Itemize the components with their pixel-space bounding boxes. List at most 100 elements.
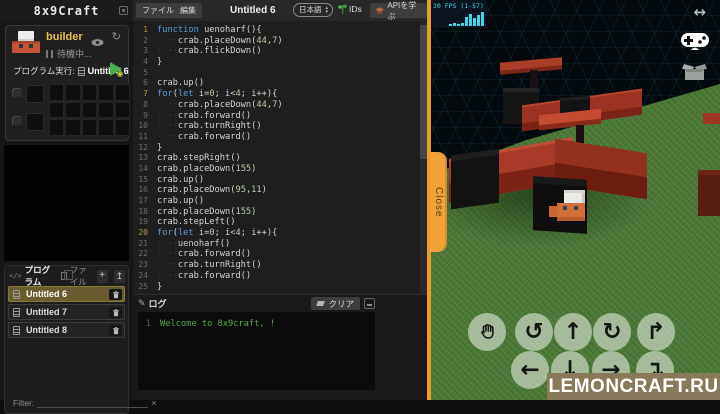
log-pencil-icon: ✎: [138, 298, 146, 308]
resize-arrows-icon[interactable]: ↔: [693, 3, 706, 21]
program-list-item[interactable]: Untitled 7: [8, 304, 125, 320]
fps-bar: [453, 23, 456, 26]
line-number: 19: [138, 217, 148, 227]
run-program-button[interactable]: [110, 62, 123, 77]
game-view[interactable]: Close 20 FPS (1-57) ↔ ↺ ↑ ↻ ↱ ← ↓ → ↴ LEMONCRAF…: [427, 0, 720, 400]
code-line[interactable]: 8 ····crab.placeDown(44,7): [133, 100, 419, 111]
code-line[interactable]: 2 ····crab.placeDown(44,7): [133, 36, 419, 47]
code-line[interactable]: 9 ····crab.forward(): [133, 111, 419, 122]
inventory-slot[interactable]: [98, 84, 114, 101]
close-panel-tab[interactable]: Close: [430, 152, 447, 252]
code-line[interactable]: 3 ····crab.flickDown(): [133, 46, 419, 57]
language-select[interactable]: 日本語 ▴ ▾: [293, 3, 333, 17]
collapse-log-icon[interactable]: [364, 298, 375, 309]
code-line[interactable]: 5: [133, 68, 419, 79]
program-name: Untitled 7: [26, 307, 68, 317]
line-number: 22: [138, 249, 148, 259]
block-box-icon[interactable]: [682, 62, 707, 87]
document-icon: [13, 326, 20, 335]
delete-program-button[interactable]: [109, 325, 122, 336]
code-line[interactable]: 1 function uenoharf(){: [133, 25, 419, 36]
inventory-slot[interactable]: [114, 101, 130, 119]
code-line[interactable]: 10 ····crab.turnRight(): [133, 121, 419, 132]
map-view[interactable]: [4, 145, 129, 261]
code-line[interactable]: 24 ····crab.forward(): [133, 271, 419, 282]
log-entry: 1 Welcome to 8x9craft, !: [138, 312, 375, 330]
control-move-up-button[interactable]: ↑: [554, 313, 592, 351]
tab-file[interactable]: ファイル: [70, 264, 94, 288]
control-rotate-left-button[interactable]: ↺: [515, 313, 553, 351]
learn-api-button[interactable]: APIを学ぶ: [370, 1, 427, 21]
ids-button[interactable]: IDs: [338, 4, 362, 14]
delete-program-button[interactable]: [109, 289, 122, 300]
inventory-slot[interactable]: [114, 119, 130, 136]
code-line[interactable]: 19 crab.stepLeft(): [133, 217, 419, 228]
code-line[interactable]: 4}: [133, 57, 419, 68]
dock-toggle-icon[interactable]: [119, 6, 128, 15]
inventory-slot[interactable]: [65, 101, 81, 119]
inventory-slot[interactable]: [65, 119, 81, 136]
clear-log-button[interactable]: クリア: [311, 297, 360, 310]
edit-menu-button[interactable]: 編集: [174, 3, 202, 18]
code-line[interactable]: 25}: [133, 282, 419, 293]
inventory-slot[interactable]: [49, 101, 65, 119]
code-text: }: [157, 281, 163, 292]
refresh-icon[interactable]: ↻: [112, 30, 121, 43]
add-program-button[interactable]: +: [96, 269, 108, 283]
graduation-cap-icon: [375, 6, 385, 14]
tab-program[interactable]: プログラム: [25, 264, 55, 288]
upload-program-button[interactable]: ↥: [113, 269, 125, 283]
robot-avatar-body: [12, 41, 40, 53]
control-hand-button[interactable]: [468, 313, 506, 351]
inventory-slot[interactable]: [65, 84, 81, 101]
program-name: Untitled 8: [26, 325, 68, 335]
inventory-slot[interactable]: [49, 119, 65, 136]
editor-scrollbar-thumb[interactable]: [420, 25, 427, 159]
inventory-slot[interactable]: [81, 101, 98, 119]
filter-input[interactable]: [37, 397, 149, 408]
log-body[interactable]: 1 Welcome to 8x9craft, !: [138, 312, 375, 390]
gamepad-icon[interactable]: [681, 31, 709, 55]
code-line[interactable]: 6 crab.up(): [133, 78, 419, 89]
code-line[interactable]: 23 ····crab.turnRight(): [133, 260, 419, 271]
code-line[interactable]: 15 crab.up(): [133, 175, 419, 186]
document-icon: [77, 66, 85, 76]
line-number: 15: [138, 174, 148, 184]
code-line[interactable]: 22 ····crab.forward(): [133, 249, 419, 260]
code-text: for(let i=0; i<4; i++){: [157, 228, 278, 239]
fps-bar: [465, 17, 468, 26]
inventory-slot[interactable]: [98, 119, 114, 136]
inventory-slot[interactable]: [49, 84, 65, 101]
code-editor[interactable]: 1 function uenoharf(){2 ····crab.placeDown…: [133, 21, 427, 294]
code-line[interactable]: 12}: [133, 143, 419, 154]
editor-scrollbar-track[interactable]: [420, 21, 427, 294]
eye-icon[interactable]: [91, 34, 104, 46]
document-title: Untitled 6: [230, 5, 276, 16]
fps-bar: [449, 24, 452, 26]
code-text: crab.stepRight(): [157, 153, 241, 164]
inventory-slot[interactable]: [114, 84, 130, 101]
inventory-slot[interactable]: [98, 101, 114, 119]
delete-program-button[interactable]: [109, 307, 122, 318]
inventory-hand-slot[interactable]: [26, 113, 44, 131]
code-line[interactable]: 17 crab.up(): [133, 196, 419, 207]
line-number: 16: [138, 185, 148, 195]
inventory-slot[interactable]: [81, 119, 98, 136]
control-move-left-button[interactable]: ←: [511, 351, 549, 389]
code-line[interactable]: 14 crab.placeDown(155): [133, 164, 419, 175]
code-line[interactable]: 18 crab.placeDown(155): [133, 207, 419, 218]
program-list-item[interactable]: Untitled 8: [8, 322, 125, 338]
control-rotate-right-button[interactable]: ↻: [593, 313, 631, 351]
program-list-item[interactable]: Untitled 6: [8, 286, 125, 302]
inventory-slot[interactable]: [81, 84, 98, 101]
control-step-up-button[interactable]: ↱: [637, 313, 675, 351]
sidebar: builder ↻ 待機中... プログラム実行: Untitled 6 </>…: [0, 21, 157, 414]
line-number: 24: [138, 270, 148, 280]
code-line[interactable]: 11 ····crab.forward(): [133, 132, 419, 143]
code-line[interactable]: 13 crab.stepRight(): [133, 153, 419, 164]
code-line[interactable]: 21 ····uenoharf(): [133, 239, 419, 250]
code-line[interactable]: 20 for(let i=0; i<4; i++){: [133, 228, 419, 239]
code-line[interactable]: 16 crab.placeDown(95,11): [133, 185, 419, 196]
inventory-hand-slot[interactable]: [26, 85, 44, 103]
code-line[interactable]: 7 for(let i=0; i<4; i++){: [133, 89, 419, 100]
